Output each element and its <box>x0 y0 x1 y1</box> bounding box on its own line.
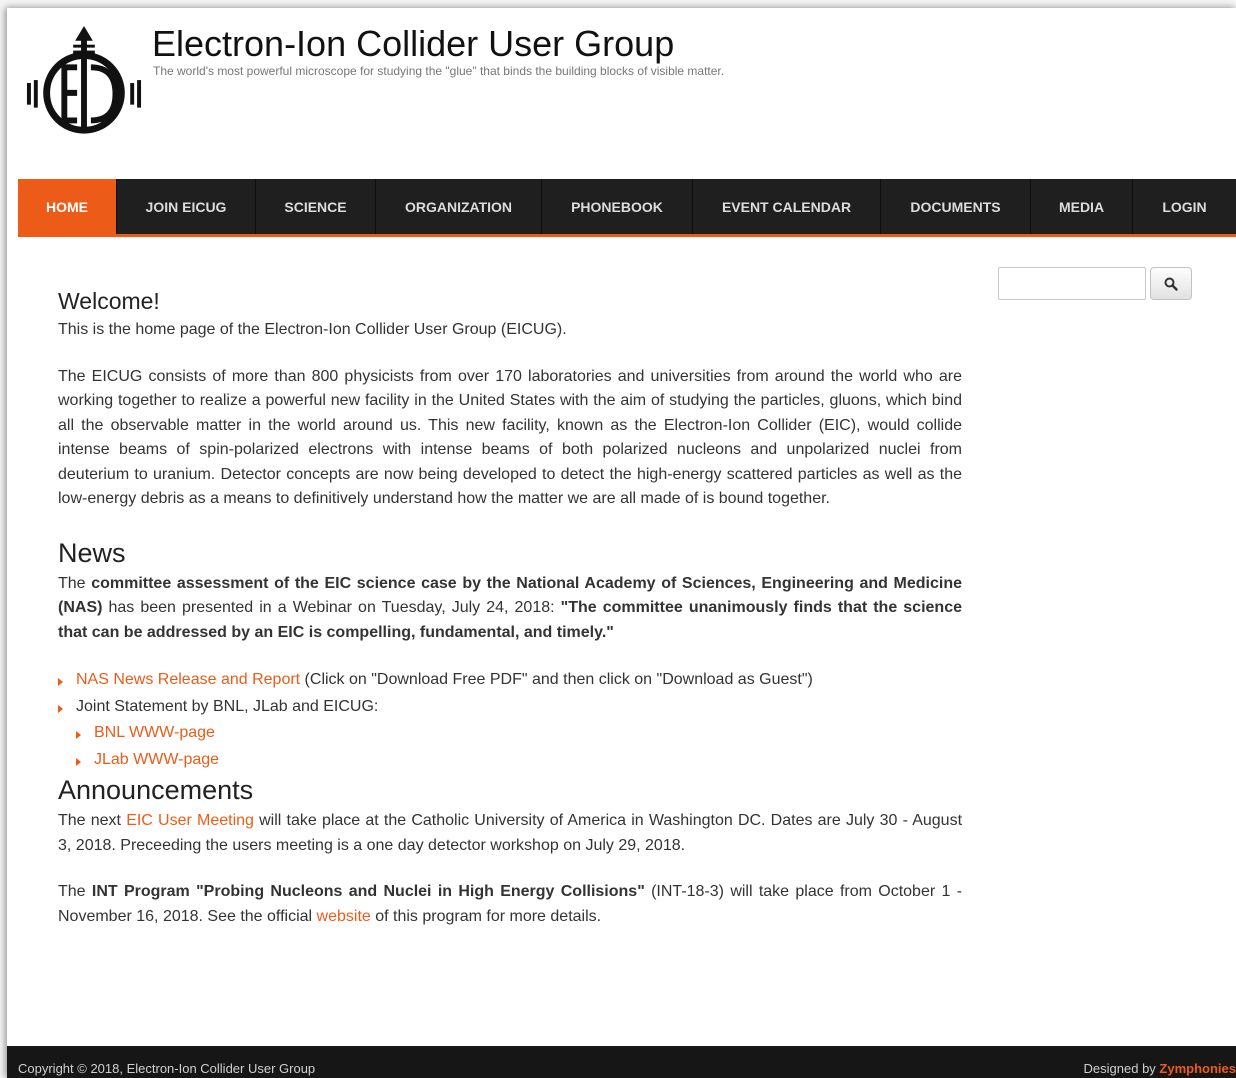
designed-by-text: Designed by <box>1083 1061 1160 1076</box>
nav-media[interactable]: MEDIA <box>1031 179 1133 234</box>
footer-copyright: Copyright © 2018, Electron-Ion Collider … <box>18 1061 316 1076</box>
jlab-page-link[interactable]: JLab WWW-page <box>94 751 219 768</box>
int-program-bold: INT Program "Probing Nucleons and Nuclei… <box>91 883 645 900</box>
announcement-meeting: The next EIC User Meeting will take plac… <box>58 809 962 858</box>
news-paragraph: The committee assessment of the EIC scie… <box>58 572 962 646</box>
news-heading: News <box>58 537 126 568</box>
eic-logo[interactable] <box>25 26 143 144</box>
announcements-heading: Announcements <box>58 775 254 805</box>
nav-login[interactable]: LOGIN <box>1133 179 1236 234</box>
announcement-int-program: The INT Program "Probing Nucleons and Nu… <box>58 880 962 929</box>
ann1-start: The next <box>58 812 127 829</box>
nav-organization[interactable]: ORGANIZATION <box>376 179 542 234</box>
list-item: BNL WWW-page <box>76 720 962 747</box>
search-input[interactable] <box>998 267 1146 300</box>
bullet-arrow-icon <box>76 731 81 739</box>
search-icon <box>1164 277 1178 291</box>
footer-designed-by: Designed by Zymphonies <box>1084 1061 1236 1076</box>
news-text-mid: has been presented in a Webinar on Tuesd… <box>102 599 561 616</box>
news-text-start: The <box>58 574 92 592</box>
nav-phonebook[interactable]: PHONEBOOK <box>542 179 693 234</box>
list-item: NAS News Release and Report (Click on "D… <box>58 667 962 694</box>
ann2-end: of this program for more details. <box>370 907 602 925</box>
int-website-link[interactable]: website <box>317 908 371 925</box>
main-nav: HOME JOIN EICUG SCIENCE ORGANIZATION PHO… <box>18 179 1236 237</box>
nas-report-link[interactable]: NAS News Release and Report <box>76 671 300 688</box>
nav-home[interactable]: HOME <box>18 179 117 234</box>
list-item: Joint Statement by BNL, JLab and EICUG: <box>58 694 962 721</box>
bullet-arrow-icon <box>58 704 63 713</box>
nav-documents[interactable]: DOCUMENTS <box>881 179 1031 234</box>
list-item: JLab WWW-page <box>76 747 962 774</box>
designer-link[interactable]: Zymphonies <box>1159 1061 1236 1076</box>
nav-science[interactable]: SCIENCE <box>256 179 376 234</box>
search-button[interactable] <box>1150 267 1192 300</box>
bullet-arrow-icon <box>58 678 63 686</box>
nav-event-calendar[interactable]: EVENT CALENDAR <box>693 179 881 234</box>
page: Electron-Ion Collider User Group The wor… <box>7 8 1236 1078</box>
nav-join-eicug[interactable]: JOIN EICUG <box>117 179 256 234</box>
bnl-page-link[interactable]: BNL WWW-page <box>94 724 215 741</box>
site-tagline: The world's most powerful microscope for… <box>153 64 725 78</box>
main-content: Welcome! This is the home page of the El… <box>58 286 962 929</box>
welcome-intro: This is the home page of the Electron-Io… <box>58 321 567 338</box>
joint-statement-text: Joint Statement by BNL, JLab and EICUG: <box>76 697 379 715</box>
welcome-body: The EICUG consists of more than 800 phys… <box>58 367 962 508</box>
footer: Copyright © 2018, Electron-Ion Collider … <box>7 1046 1236 1078</box>
ann2-start: The <box>58 883 92 900</box>
eic-user-meeting-link[interactable]: EIC User Meeting <box>126 812 254 829</box>
bullet-arrow-icon <box>76 757 81 766</box>
welcome-heading: Welcome! <box>58 288 160 314</box>
site-title[interactable]: Electron-Ion Collider User Group <box>152 24 674 64</box>
news-list: NAS News Release and Report (Click on "D… <box>58 667 962 773</box>
nas-report-note: (Click on "Download Free PDF" and then c… <box>300 671 813 688</box>
